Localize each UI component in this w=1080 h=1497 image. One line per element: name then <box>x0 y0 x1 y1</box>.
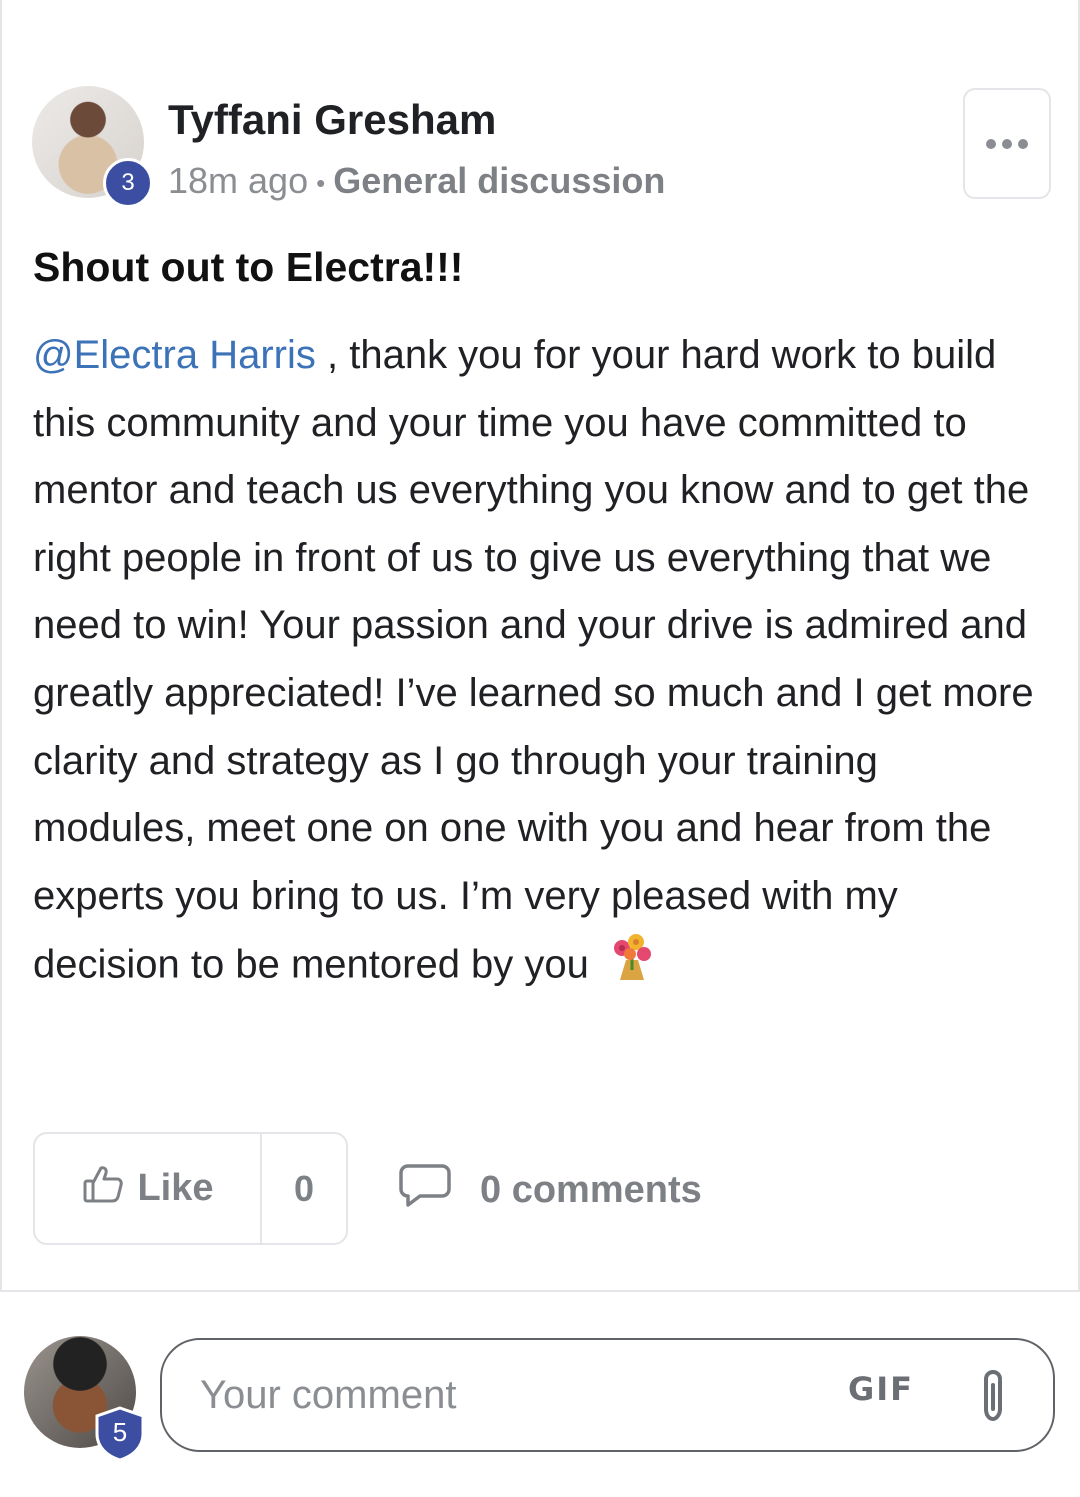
paperclip-icon[interactable] <box>976 1367 1010 1430</box>
gif-button[interactable]: GIF <box>848 1370 914 1408</box>
comments-count-label: 0 comments <box>480 1168 702 1211</box>
more-dot <box>1018 138 1028 149</box>
more-dots-icon <box>986 138 996 149</box>
author-level-badge: 3 <box>103 158 153 208</box>
post-card: 3 Tyffani Gresham 18m ago • General discus… <box>0 0 1080 1290</box>
like-button[interactable]: Like <box>35 1134 262 1243</box>
author-avatar-wrap[interactable]: 3 <box>32 86 153 208</box>
bouquet-icon <box>606 930 658 1004</box>
comment-input-box[interactable]: GIF <box>160 1338 1055 1452</box>
post-body-text: , thank you for your hard work to build … <box>33 333 1034 987</box>
like-label: Like <box>137 1167 214 1209</box>
thumbs-up-icon <box>81 1162 125 1216</box>
post-options-button[interactable] <box>963 88 1051 199</box>
mention-link[interactable]: @Electra Harris <box>33 333 316 377</box>
author-name[interactable]: Tyffani Gresham <box>168 96 496 144</box>
meta-separator: • <box>316 167 326 198</box>
post-meta: 18m ago • General discussion <box>168 160 665 202</box>
current-user-avatar-wrap: 5 <box>24 1336 146 1462</box>
comments-link[interactable]: 0 comments <box>398 1160 702 1220</box>
like-group: Like 0 <box>33 1132 348 1245</box>
more-dot <box>1002 138 1012 149</box>
post-body: @Electra Harris , thank you for your har… <box>33 322 1043 1004</box>
like-count[interactable]: 0 <box>262 1134 346 1243</box>
comment-bubble-icon <box>398 1162 452 1218</box>
post-title: Shout out to Electra!!! <box>33 244 464 290</box>
comment-composer: 5 GIF <box>0 1292 1080 1497</box>
user-level-shield-badge: 5 <box>94 1406 146 1462</box>
post-category-link[interactable]: General discussion <box>333 160 665 201</box>
post-time: 18m ago <box>168 160 309 201</box>
comment-input[interactable] <box>200 1372 820 1418</box>
user-level: 5 <box>112 1416 128 1447</box>
